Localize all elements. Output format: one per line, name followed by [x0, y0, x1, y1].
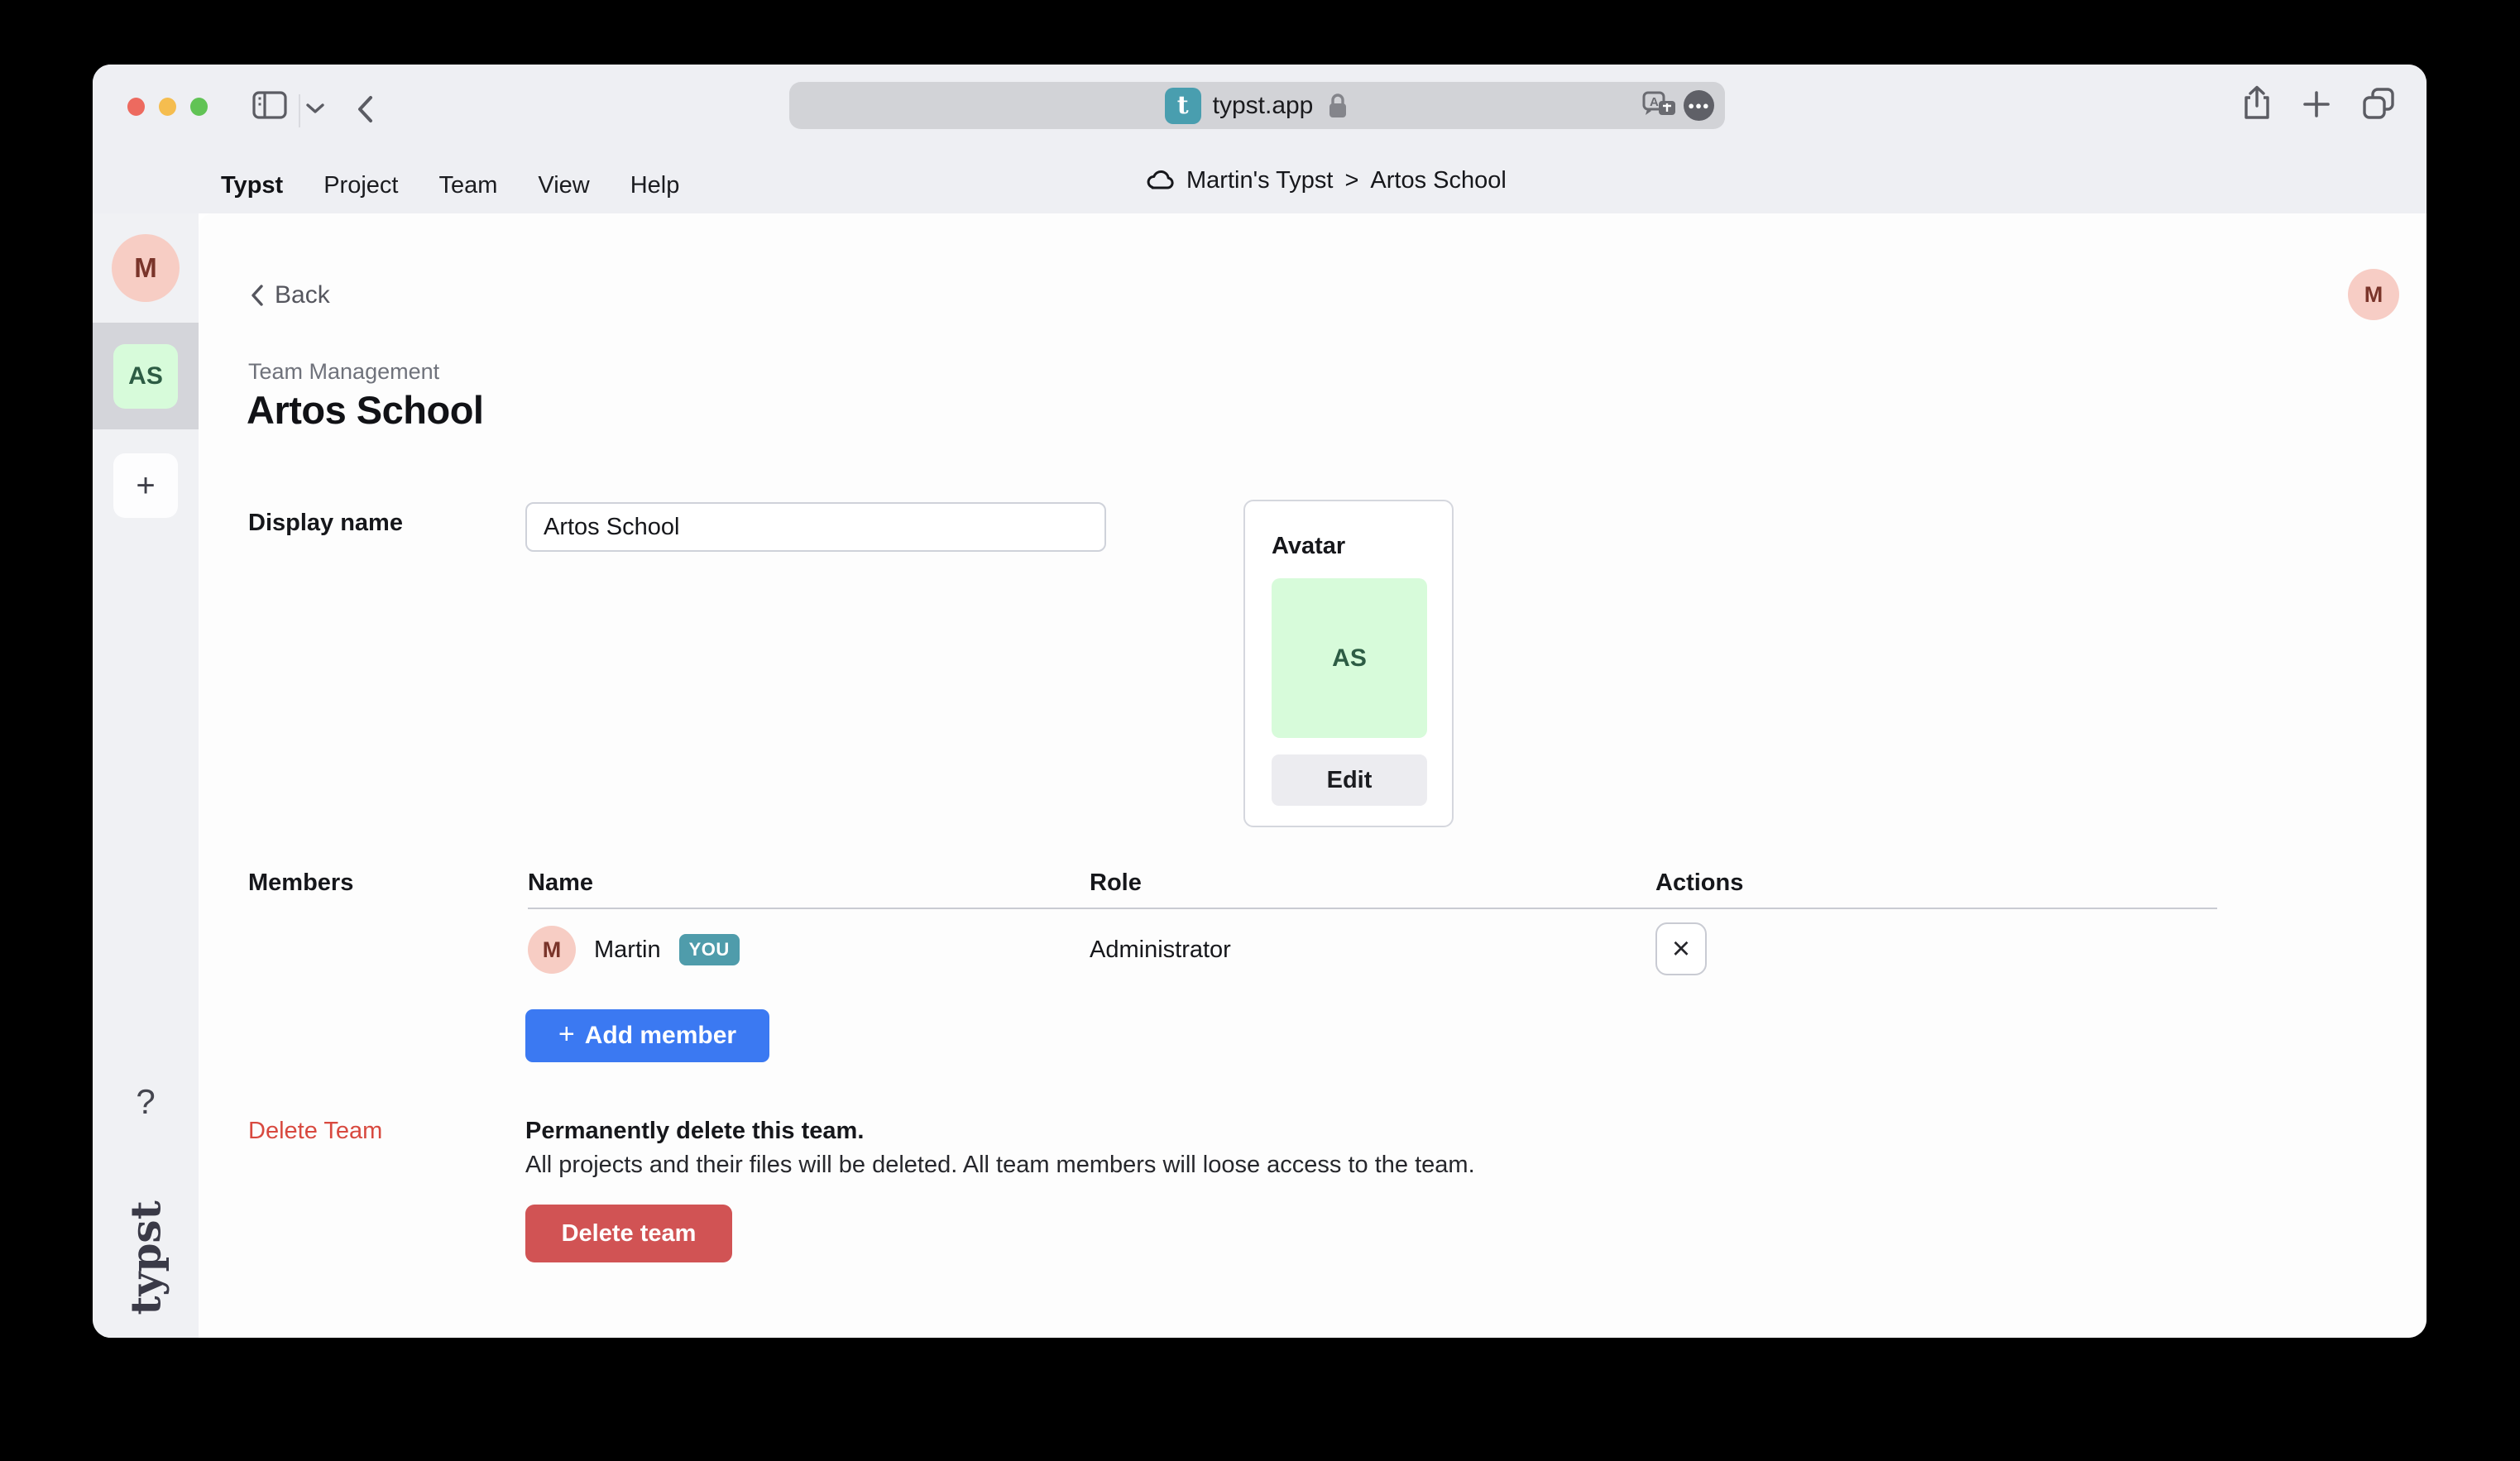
sidebar-toggle-icon[interactable]: [252, 89, 288, 121]
minimize-window-button[interactable]: [159, 98, 176, 116]
breadcrumb-workspace[interactable]: Martin's Typst: [1186, 167, 1333, 194]
close-window-button[interactable]: [127, 98, 145, 116]
share-icon[interactable]: [2242, 84, 2272, 122]
you-badge: YOU: [679, 934, 740, 965]
delete-team-heading: Permanently delete this team.: [525, 1118, 864, 1145]
avatar-card: Avatar AS Edit: [1243, 500, 1454, 827]
delete-team-section-label: Delete Team: [248, 1118, 382, 1145]
member-role: Administrator: [1090, 936, 1231, 964]
translate-icon[interactable]: A: [1639, 89, 1679, 122]
delete-team-description: All projects and their files will be del…: [525, 1152, 1475, 1179]
menu-view[interactable]: View: [538, 172, 589, 199]
avatar-card-title: Avatar: [1272, 533, 1345, 560]
browser-window: t typst.app A: [93, 65, 2427, 1338]
table-header-divider: [528, 908, 2217, 909]
back-chevron-icon: [248, 282, 266, 309]
team-avatar-preview: AS: [1272, 578, 1427, 738]
toolbar-divider: [299, 94, 300, 127]
cloud-icon: [1145, 170, 1176, 193]
menu-team[interactable]: Team: [438, 172, 497, 199]
new-tab-icon[interactable]: [2302, 89, 2331, 119]
section-eyebrow: Team Management: [248, 359, 439, 385]
member-avatar: M: [528, 926, 576, 974]
breadcrumb-team[interactable]: Artos School: [1370, 167, 1506, 194]
menu-help[interactable]: Help: [630, 172, 680, 199]
menu-typst[interactable]: Typst: [221, 172, 283, 199]
add-member-label: Add member: [585, 1022, 736, 1050]
chevron-down-icon[interactable]: [304, 101, 326, 116]
breadcrumb: Martin's Typst > Artos School: [1145, 167, 1507, 194]
plus-icon: +: [558, 1018, 575, 1051]
menu-project[interactable]: Project: [323, 172, 398, 199]
browser-back-icon[interactable]: [352, 91, 377, 127]
lock-icon: [1326, 91, 1349, 121]
team-management-page: Back M Team Management Artos School Disp…: [199, 213, 2427, 1338]
typst-logo: typst: [122, 1200, 170, 1315]
sidebar-team-avatar[interactable]: AS: [113, 344, 178, 409]
sidebar-user-avatar[interactable]: M: [112, 234, 180, 302]
help-icon[interactable]: ?: [93, 1082, 199, 1122]
display-name-input[interactable]: [525, 502, 1106, 552]
member-name: Martin: [594, 936, 661, 964]
site-favicon: t: [1165, 88, 1201, 124]
traffic-lights: [127, 98, 208, 116]
page-title: Artos School: [247, 387, 483, 433]
back-link[interactable]: Back: [248, 281, 330, 309]
members-section-label: Members: [248, 869, 353, 897]
add-member-button[interactable]: + Add member: [525, 1009, 769, 1062]
account-avatar[interactable]: M: [2348, 269, 2399, 320]
delete-team-button[interactable]: Delete team: [525, 1205, 732, 1262]
sidebar-selected-item: AS: [93, 323, 199, 429]
page-settings-icon[interactable]: ●●●: [1684, 90, 1714, 121]
display-name-label: Display name: [248, 510, 403, 537]
workspace-sidebar: M AS + ? typst: [93, 213, 199, 1338]
column-header-name: Name: [528, 869, 593, 897]
tab-overview-icon[interactable]: [2361, 86, 2396, 121]
zoom-window-button[interactable]: [190, 98, 208, 116]
edit-avatar-button[interactable]: Edit: [1272, 754, 1427, 806]
url-bar[interactable]: t typst.app A: [789, 82, 1725, 129]
typst-logo-wrap: typst: [93, 1191, 199, 1324]
breadcrumb-separator: >: [1344, 167, 1358, 194]
remove-member-button[interactable]: ×: [1655, 922, 1707, 975]
app-menubar: Typst Project Team View Help: [221, 172, 679, 199]
back-label: Back: [275, 281, 330, 309]
column-header-actions: Actions: [1655, 869, 1743, 897]
url-text: typst.app: [1213, 92, 1314, 120]
member-row: M Martin YOU: [528, 926, 740, 974]
add-team-button[interactable]: +: [113, 453, 178, 518]
column-header-role: Role: [1090, 869, 1142, 897]
svg-text:A: A: [1650, 95, 1659, 109]
browser-chrome: t typst.app A: [93, 65, 2427, 213]
